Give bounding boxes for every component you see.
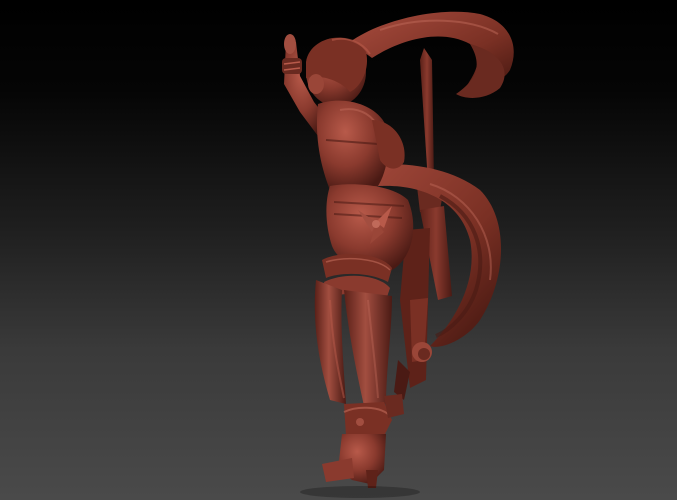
head xyxy=(306,37,371,106)
sculpt-model xyxy=(282,11,514,498)
viewport-canvas[interactable] xyxy=(0,0,677,500)
ground-shadow xyxy=(300,486,420,498)
boots xyxy=(322,394,404,488)
legs xyxy=(314,280,392,406)
